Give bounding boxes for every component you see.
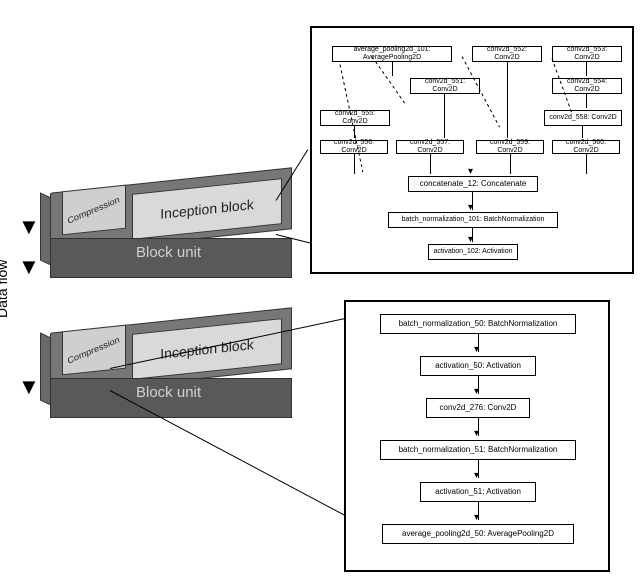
arrowhead-icon: ▾ bbox=[468, 236, 473, 244]
arrowhead-icon: ▾ bbox=[468, 204, 473, 212]
arrowhead-icon: ▾ bbox=[474, 430, 479, 438]
graph-node: conv2d_559: Conv2D bbox=[476, 140, 544, 154]
graph-node: activation_50: Activation bbox=[420, 356, 536, 376]
graph-node: concatenate_12: Concatenate bbox=[408, 176, 538, 192]
edge bbox=[582, 126, 583, 138]
inception-label: Inception block bbox=[160, 196, 253, 222]
graph-node: conv2d_276: Conv2D bbox=[426, 398, 530, 418]
graph-node: batch_normalization_50: BatchNormalizati… bbox=[380, 314, 576, 334]
graph-node: average_pooling2d_101: AveragePooling2D bbox=[332, 46, 452, 62]
arrowhead-icon: ▾ bbox=[468, 168, 473, 176]
graph-node: conv2d_556: Conv2D bbox=[320, 140, 388, 154]
block-front-label: Block unit bbox=[136, 384, 201, 401]
inception-detail-panel: average_pooling2d_101: AveragePooling2D … bbox=[310, 26, 634, 274]
block-unit-1: Compression Inception block Block unit bbox=[40, 180, 300, 300]
graph-node: conv2d_551: Conv2D bbox=[410, 78, 480, 94]
edge bbox=[510, 154, 511, 174]
edge bbox=[354, 154, 355, 174]
arrowhead-icon: ▾ bbox=[474, 388, 479, 396]
graph-node: conv2d_557: Conv2D bbox=[396, 140, 464, 154]
arrowhead-icon: ▾ bbox=[474, 514, 479, 522]
graph-node: conv2d_560: Conv2D bbox=[552, 140, 620, 154]
edge bbox=[507, 62, 508, 138]
graph-node: conv2d_552: Conv2D bbox=[472, 46, 542, 62]
compression-label: Compression bbox=[67, 334, 121, 365]
edge bbox=[430, 154, 431, 174]
graph-node: batch_normalization_51: BatchNormalizati… bbox=[380, 440, 576, 460]
graph-node: activation_102: Activation bbox=[428, 244, 518, 260]
graph-node: batch_normalization_101: BatchNormalizat… bbox=[388, 212, 558, 228]
graph-node: activation_51: Activation bbox=[420, 482, 536, 502]
compression-slot: Compression bbox=[62, 325, 126, 376]
edge bbox=[444, 94, 445, 138]
compression-detail-panel: batch_normalization_50: BatchNormalizati… bbox=[344, 300, 610, 572]
graph-node: conv2d_555: Conv2D bbox=[320, 110, 390, 126]
arrowhead-icon: ▾ bbox=[474, 472, 479, 480]
graph-node: average_pooling2d_50: AveragePooling2D bbox=[382, 524, 574, 544]
edge bbox=[586, 94, 587, 108]
graph-node: conv2d_553: Conv2D bbox=[552, 46, 622, 62]
block-front-label: Block unit bbox=[136, 244, 201, 261]
edge bbox=[392, 62, 393, 76]
arrow-down-icon: ▼ bbox=[18, 218, 40, 236]
arrow-down-icon: ▼ bbox=[18, 378, 40, 396]
edge bbox=[586, 62, 587, 76]
edge-dashed bbox=[372, 56, 407, 106]
data-flow-label: Data flow bbox=[0, 260, 10, 318]
graph-node: conv2d_558: Conv2D bbox=[544, 110, 622, 126]
arrow-down-icon: ▼ bbox=[18, 258, 40, 276]
arrowhead-icon: ▾ bbox=[474, 346, 479, 354]
data-flow-indicator: Data flow ▼ ▼ ▼ bbox=[6, 218, 30, 418]
compression-slot: Compression bbox=[62, 185, 126, 236]
compression-label: Compression bbox=[67, 194, 121, 225]
edge bbox=[586, 154, 587, 174]
